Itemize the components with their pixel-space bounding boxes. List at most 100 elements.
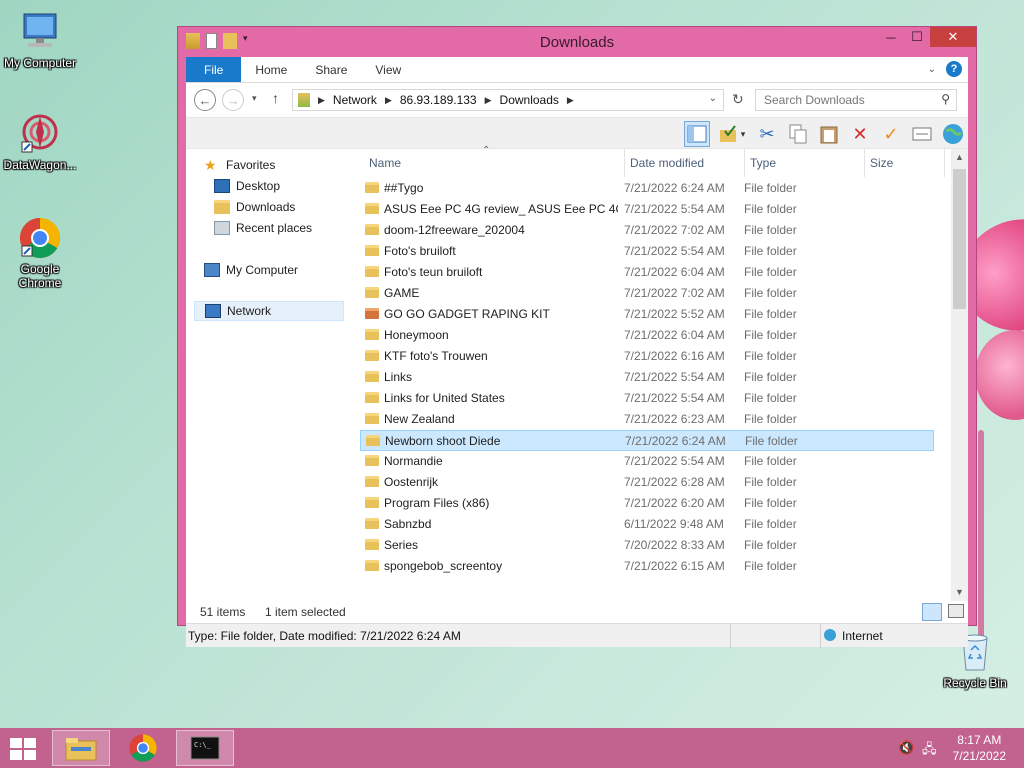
column-header-type[interactable]: Type: [750, 149, 776, 177]
column-header-name[interactable]: Name: [369, 149, 401, 177]
cut-icon[interactable]: ✂: [754, 121, 780, 147]
nav-favorites[interactable]: ★ Favorites: [204, 155, 275, 175]
table-row[interactable]: GAME 7/21/2022 7:02 AM File folder: [360, 283, 934, 304]
address-bar[interactable]: ▶ Network ▶ 86.93.189.133 ▶ Downloads ▶ …: [292, 89, 724, 111]
table-row[interactable]: Foto's teun bruiloft 7/21/2022 6:04 AM Fil…: [360, 262, 934, 283]
column-header-date-modified[interactable]: Date modified: [630, 149, 704, 177]
tab-share[interactable]: Share: [301, 57, 361, 82]
file-date-modified: 7/21/2022 7:02 AM: [624, 223, 725, 237]
forward-button[interactable]: →: [222, 89, 244, 111]
check-folder-icon[interactable]: ▾: [715, 121, 749, 147]
back-button[interactable]: ←: [194, 89, 216, 111]
recent-locations-chevron-icon[interactable]: ▾: [252, 93, 257, 104]
table-row[interactable]: Links for United States 7/21/2022 5:54 AM…: [360, 388, 934, 409]
column-header-size[interactable]: Size: [870, 149, 893, 177]
column-divider[interactable]: [744, 149, 745, 177]
table-row[interactable]: ASUS Eee PC 4G review_ ASUS Eee PC 4G ..…: [360, 199, 934, 220]
file-name: Newborn shoot Diede: [385, 434, 501, 448]
desktop-icon-google-chrome[interactable]: Google Chrome: [0, 216, 80, 290]
table-row[interactable]: Sabnzbd 6/11/2022 9:48 AM File folder: [360, 514, 934, 535]
file-type: File folder: [744, 475, 797, 489]
table-row[interactable]: Normandie 7/21/2022 5:54 AM File folder: [360, 451, 934, 472]
file-type: File folder: [744, 517, 797, 531]
maximize-button[interactable]: ☐: [904, 27, 930, 47]
nav-label: Favorites: [226, 158, 276, 172]
tab-file[interactable]: File: [186, 57, 242, 82]
tab-view[interactable]: View: [361, 57, 415, 82]
column-divider[interactable]: [864, 149, 865, 177]
table-row[interactable]: Oostenrijk 7/21/2022 6:28 AM File folder: [360, 472, 934, 493]
scrollbar-thumb[interactable]: [953, 169, 966, 309]
address-dropdown-chevron-icon[interactable]: ⌄: [709, 93, 717, 104]
volume-muted-icon[interactable]: 🔇: [898, 740, 914, 756]
expand-ribbon-chevron-icon[interactable]: ⌄: [928, 64, 936, 75]
details-view-icon[interactable]: [922, 603, 942, 621]
nav-my-computer[interactable]: My Computer: [204, 260, 298, 280]
desktop-icon-my-computer[interactable]: My Computer: [0, 10, 80, 70]
refresh-icon[interactable]: ↻: [732, 91, 744, 108]
nav-recent-places[interactable]: Recent places: [214, 218, 312, 238]
close-button[interactable]: ✕: [930, 27, 976, 47]
title-bar[interactable]: ▾ Downloads ─ ☐ ✕: [178, 27, 976, 57]
file-date-modified: 7/21/2022 6:23 AM: [624, 412, 725, 426]
table-row[interactable]: Honeymoon 7/21/2022 6:04 AM File folder: [360, 325, 934, 346]
table-row[interactable]: Program Files (x86) 7/21/2022 6:20 AM File…: [360, 493, 934, 514]
breadcrumb-network[interactable]: Network: [333, 93, 377, 107]
column-divider[interactable]: [624, 149, 625, 177]
nav-network[interactable]: Network: [194, 301, 344, 321]
file-name: GO GO GADGET RAPING KIT: [384, 307, 550, 321]
breadcrumb-host[interactable]: 86.93.189.133: [400, 93, 477, 107]
crumb-separator-icon[interactable]: ▶: [567, 95, 574, 106]
vertical-scrollbar[interactable]: ▲ ▼: [951, 149, 968, 601]
folder-icon: [365, 308, 379, 319]
folder-icon: [365, 518, 379, 529]
minimize-button[interactable]: ─: [878, 27, 904, 47]
taskbar-command-prompt[interactable]: C:\_: [176, 730, 234, 766]
up-arrow-icon[interactable]: ↑: [272, 90, 279, 106]
breadcrumb-downloads[interactable]: Downloads: [500, 93, 559, 107]
desktop-icon-datawagon[interactable]: DataWagon...: [0, 112, 80, 172]
file-name: GAME: [384, 286, 420, 300]
delete-icon[interactable]: ✕: [847, 121, 873, 147]
table-row[interactable]: Series 7/20/2022 8:33 AM File folder: [360, 535, 934, 556]
file-name: Normandie: [384, 454, 443, 468]
search-icon[interactable]: ⚲: [941, 92, 950, 106]
table-row[interactable]: KTF foto's Trouwen 7/21/2022 6:16 AM File …: [360, 346, 934, 367]
status-divider: [820, 624, 821, 648]
table-row[interactable]: Foto's bruiloft 7/21/2022 5:54 AM File fol…: [360, 241, 934, 262]
preview-pane-icon[interactable]: [684, 121, 710, 147]
copy-icon[interactable]: [785, 121, 811, 147]
file-type: File folder: [744, 391, 797, 405]
table-row[interactable]: ##Tygo 7/21/2022 6:24 AM File folder: [360, 178, 934, 199]
search-input[interactable]: Search Downloads ⚲: [755, 89, 957, 111]
large-icons-view-icon[interactable]: [948, 604, 964, 618]
table-row[interactable]: GO GO GADGET RAPING KIT 7/21/2022 5:52 AM…: [360, 304, 934, 325]
rename-check-icon[interactable]: ✓: [878, 121, 904, 147]
properties-box-icon[interactable]: [909, 121, 935, 147]
taskbar-chrome[interactable]: [114, 730, 172, 766]
scroll-down-chevron-icon[interactable]: ▼: [951, 584, 968, 601]
folder-icon: [365, 224, 379, 235]
taskbar-file-explorer[interactable]: [52, 730, 110, 766]
column-divider[interactable]: [944, 149, 945, 177]
crumb-separator-icon[interactable]: ▶: [385, 95, 392, 106]
table-row[interactable]: New Zealand 7/21/2022 6:23 AM File folder: [360, 409, 934, 430]
file-type: File folder: [744, 286, 797, 300]
file-date-modified: 7/21/2022 7:02 AM: [624, 286, 725, 300]
clock[interactable]: 8:17 AM 7/21/2022: [953, 732, 1006, 764]
scroll-up-chevron-icon[interactable]: ▲: [951, 149, 968, 166]
table-row[interactable]: Newborn shoot Diede 7/21/2022 6:24 AM File…: [360, 430, 934, 451]
table-row[interactable]: Links 7/21/2022 5:54 AM File folder: [360, 367, 934, 388]
table-row[interactable]: doom-12freeware_202004 7/21/2022 7:02 AM F…: [360, 220, 934, 241]
help-icon[interactable]: ?: [946, 61, 962, 77]
paste-icon[interactable]: [816, 121, 842, 147]
crumb-separator-icon[interactable]: ▶: [485, 95, 492, 106]
globe-icon[interactable]: [940, 121, 966, 147]
start-button[interactable]: [10, 738, 38, 760]
network-tray-icon[interactable]: 🖧: [922, 740, 937, 762]
crumb-separator-icon[interactable]: ▶: [318, 95, 325, 106]
table-row[interactable]: spongebob_screentoy 7/21/2022 6:15 AM File…: [360, 556, 934, 577]
nav-desktop[interactable]: Desktop: [214, 176, 280, 196]
nav-downloads[interactable]: Downloads: [214, 197, 295, 217]
tab-home[interactable]: Home: [241, 57, 301, 82]
